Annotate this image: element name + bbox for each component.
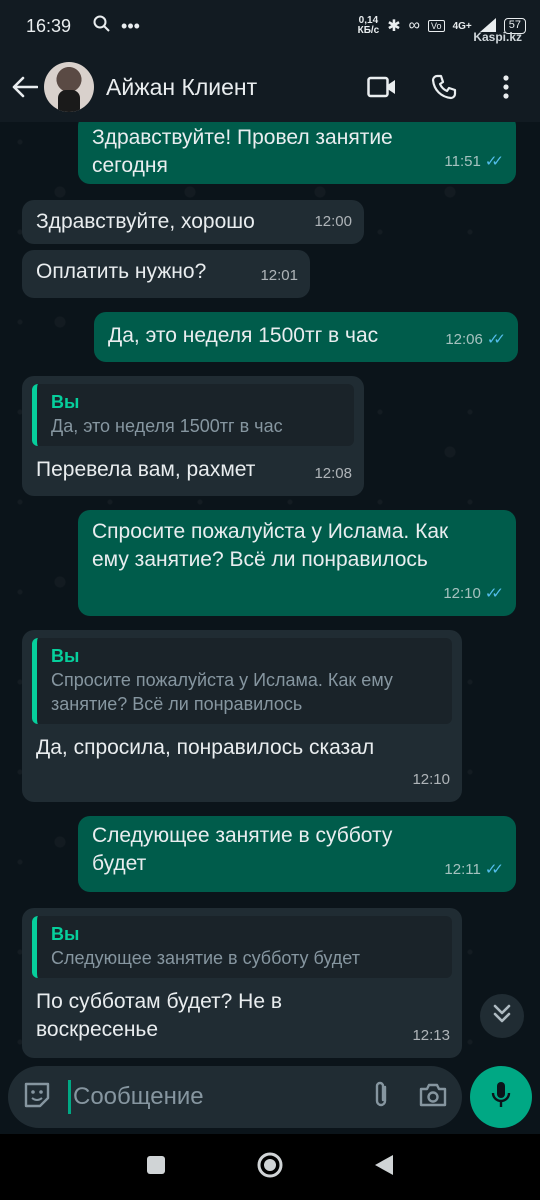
video-call-icon[interactable]: [366, 71, 398, 103]
message-outgoing[interactable]: Да, это неделя 1500тг в час 12:06 ✓✓: [94, 312, 518, 362]
scroll-to-bottom-button[interactable]: [480, 994, 524, 1038]
message-incoming-reply[interactable]: Вы Следующее занятие в субботу будет По …: [22, 908, 462, 1058]
link-icon: ∞: [408, 17, 421, 34]
message-time: 12:01: [260, 267, 298, 284]
quote-author: Вы: [51, 392, 80, 412]
message-text: Оплатить нужно?: [36, 260, 207, 283]
message-outgoing[interactable]: Здравствуйте! Провел занятие сегодня 11:…: [78, 122, 516, 184]
message-time: 12:13: [412, 1027, 450, 1044]
contact-name[interactable]: Айжан Клиент: [106, 74, 257, 101]
quote-author: Вы: [51, 924, 80, 944]
read-ticks-icon: ✓✓: [486, 331, 506, 348]
message-incoming-reply[interactable]: Вы Спросите пожалуйста у Ислама. Как ему…: [22, 630, 462, 802]
message-text: Здравствуйте, хорошо: [36, 210, 255, 233]
message-time: 12:08: [314, 465, 352, 482]
message-time: 12:00: [314, 213, 352, 230]
message-incoming-reply[interactable]: Вы Да, это неделя 1500тг в час Перевела …: [22, 376, 364, 496]
home-icon[interactable]: [256, 1151, 284, 1184]
camera-icon[interactable]: [418, 1082, 448, 1113]
quote-text: Да, это неделя 1500тг в час: [51, 416, 283, 436]
volte-icon: Vo: [428, 20, 445, 32]
recent-apps-icon[interactable]: [146, 1155, 166, 1180]
network-type: 4G+: [452, 20, 472, 32]
bluetooth-icon: ✱: [387, 18, 401, 35]
status-bar: 16:39 ••• 0,14 КБ/с ✱ ∞ Vo 4G+ 57 Kaspi.…: [0, 0, 540, 52]
watermark: Kaspi.kz: [473, 30, 522, 44]
back-icon[interactable]: [374, 1154, 394, 1181]
message-time: 12:11: [444, 861, 481, 878]
double-chevron-down-icon: [492, 1003, 512, 1030]
avatar[interactable]: [44, 62, 94, 112]
voice-record-button[interactable]: [470, 1066, 532, 1128]
message-text: Да, спросила, понравилось сказал: [36, 736, 375, 759]
text-cursor: [68, 1080, 71, 1114]
read-ticks-icon: ✓✓: [484, 861, 504, 878]
more-notifications-icon: •••: [121, 15, 140, 36]
message-incoming[interactable]: Здравствуйте, хорошо 12:00: [22, 200, 364, 244]
message-time: 12:10: [412, 771, 450, 788]
message-outgoing[interactable]: Спросите пожалуйста у Ислама. Как ему за…: [78, 510, 516, 616]
message-input[interactable]: [73, 1083, 343, 1111]
message-text: По субботам будет? Не в воскресенье: [36, 990, 283, 1041]
search-icon: [93, 15, 111, 38]
status-time: 16:39: [26, 15, 72, 36]
message-text: Следующее занятие в субботу будет: [92, 824, 393, 875]
sticker-icon[interactable]: [22, 1080, 52, 1115]
read-ticks-icon: ✓✓: [484, 153, 504, 170]
quote-text: Следующее занятие в субботу будет: [51, 948, 360, 968]
message-time: 12:06: [445, 331, 483, 348]
quoted-message[interactable]: Вы Спросите пожалуйста у Ислама. Как ему…: [32, 638, 452, 724]
quote-author: Вы: [51, 646, 80, 666]
message-time: 12:10: [443, 585, 481, 602]
message-text: Здравствуйте! Провел занятие сегодня: [92, 126, 393, 177]
message-text: Спросите пожалуйста у Ислама. Как ему за…: [92, 520, 449, 571]
attach-icon[interactable]: [370, 1080, 392, 1115]
quoted-message[interactable]: Вы Следующее занятие в субботу будет: [32, 916, 452, 978]
microphone-icon: [490, 1080, 512, 1115]
back-arrow-icon[interactable]: [10, 72, 40, 102]
quoted-message[interactable]: Вы Да, это неделя 1500тг в час: [32, 384, 354, 446]
message-outgoing[interactable]: Следующее занятие в субботу будет 12:11 ✓…: [78, 816, 516, 892]
net-speed: 0,14 КБ/с: [357, 15, 380, 36]
read-ticks-icon: ✓✓: [484, 585, 504, 602]
quote-text: Спросите пожалуйста у Ислама. Как ему за…: [51, 670, 393, 714]
phone-call-icon[interactable]: [428, 71, 460, 103]
message-text: Перевела вам, рахмет: [36, 458, 256, 481]
more-options-icon[interactable]: [490, 71, 522, 103]
chat-header: Айжан Клиент: [0, 52, 540, 122]
message-time: 11:51: [444, 153, 481, 170]
message-incoming[interactable]: Оплатить нужно? 12:01: [22, 250, 310, 298]
message-composer: [8, 1066, 462, 1128]
system-navigation-bar: [0, 1134, 540, 1200]
chat-area[interactable]: Здравствуйте! Провел занятие сегодня 11:…: [0, 122, 540, 1062]
